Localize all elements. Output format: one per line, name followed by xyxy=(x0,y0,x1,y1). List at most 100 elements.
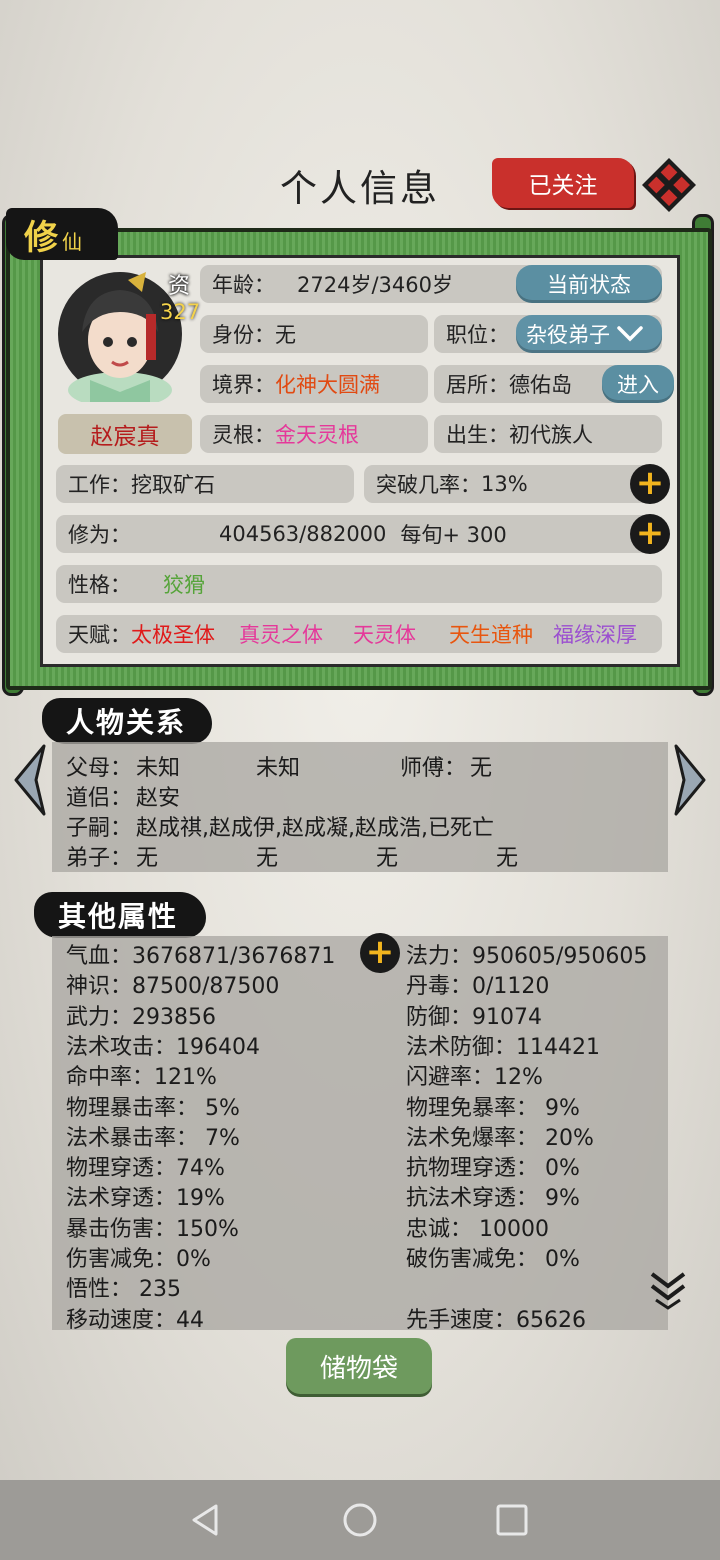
realm-value: 化神大圆满 xyxy=(275,373,380,397)
plus-icon: + xyxy=(635,462,665,503)
position-value: 杂役弟子 xyxy=(526,323,610,347)
attribute-left-item: 暴击伤害：150% xyxy=(66,1216,239,1242)
age-value: 2724岁/3460岁 xyxy=(297,273,453,297)
back-icon[interactable] xyxy=(188,1502,224,1538)
attribute-left-item: 悟性： 235 xyxy=(66,1277,181,1303)
attribute-right-item: 物理免暴率： 9% xyxy=(406,1095,580,1121)
prev-button[interactable] xyxy=(10,740,50,820)
attribute-right-item: 抗法术穿透： 9% xyxy=(406,1186,580,1212)
talent-item: 天生道种 xyxy=(449,623,533,647)
attribute-left-item: 物理穿透：74% xyxy=(66,1156,225,1182)
realm-row: 境界： 化神大圆满 xyxy=(200,365,428,403)
talent-row: 天赋： 太极圣体 真灵之体 天灵体 天生道种 福缘深厚 xyxy=(56,615,662,653)
chevron-down-icon xyxy=(617,326,643,342)
personality-value: 狡猾 xyxy=(163,573,205,597)
plus-icon: + xyxy=(635,512,665,553)
relations-header: 人物关系 xyxy=(42,698,212,744)
birth-value: 初代族人 xyxy=(509,423,593,447)
work-row: 工作： 挖取矿石 xyxy=(56,465,354,503)
attribute-right-item: 破伤害减免： 0% xyxy=(406,1247,580,1272)
attribute-right-item: 抗物理穿透： 0% xyxy=(406,1156,580,1182)
spirit-root-label: 灵根： xyxy=(212,423,275,447)
residence-label: 居所： xyxy=(446,373,509,397)
cultivation-value: 404563/882000 xyxy=(219,522,387,546)
disciple-2[interactable]: 无 xyxy=(256,840,278,872)
attribute-right-item: 先手速度：65626 xyxy=(406,1307,586,1333)
disciples-label: 弟子： xyxy=(66,846,133,871)
attribute-left-item: 物理暴击率： 5% xyxy=(66,1095,240,1121)
system-nav-bar xyxy=(0,1480,720,1560)
attribute-left-item: 法术攻击：196404 xyxy=(66,1034,260,1060)
attribute-left-item: 法术穿透：19% xyxy=(66,1186,225,1212)
residence-value: 德佑岛 xyxy=(509,373,572,397)
attribute-right-item: 法术防御：114421 xyxy=(406,1034,600,1060)
attribute-left-item: 法术暴击率： 7% xyxy=(66,1125,240,1151)
close-icon xyxy=(642,158,696,212)
parent-2[interactable]: 未知 xyxy=(256,750,300,782)
children-value[interactable]: 赵成祺,赵成伊,赵成凝,赵成浩,已死亡 xyxy=(136,810,494,842)
attribute-right-item: 闪避率：12% xyxy=(406,1065,543,1091)
cultivation-row: 修为： 404563/882000 每旬+ 300 xyxy=(56,515,662,553)
spirit-root-row: 灵根： 金天灵根 xyxy=(200,415,428,453)
birth-label: 出生： xyxy=(446,423,509,447)
master-label: 师傅： xyxy=(400,756,467,781)
character-name: 赵宸真 xyxy=(58,414,192,454)
personality-row: 性格： 狡猾 xyxy=(56,565,662,603)
talent-item: 天灵体 xyxy=(353,623,416,647)
cultivator-badge: 修 仙 xyxy=(6,208,118,260)
work-label: 工作： xyxy=(68,473,131,497)
next-button[interactable] xyxy=(670,740,710,820)
talent-item: 福缘深厚 xyxy=(553,623,637,647)
identity-row: 身份： 无 xyxy=(200,315,428,353)
enter-button[interactable]: 进入 xyxy=(602,365,674,403)
attributes-header: 其他属性 xyxy=(34,892,206,938)
work-value: 挖取矿石 xyxy=(131,473,215,497)
close-button[interactable] xyxy=(640,156,698,214)
attribute-right-item: 防御：91074 xyxy=(406,1004,542,1030)
double-chevron-down-icon xyxy=(650,1272,686,1310)
follow-button[interactable]: 已关注 xyxy=(492,158,634,208)
position-select[interactable]: 杂役弟子 xyxy=(516,315,662,353)
hp-plus-button[interactable]: + xyxy=(360,933,400,973)
cultivation-label: 修为： xyxy=(68,523,131,547)
plus-icon: + xyxy=(365,931,395,972)
attribute-right-item: 法术免爆率： 20% xyxy=(406,1125,594,1151)
talent-item: 太极圣体 xyxy=(131,623,215,647)
breakthrough-plus-button[interactable]: + xyxy=(630,464,670,504)
attribute-right-item: 丹毒：0/1120 xyxy=(406,974,550,1000)
birth-row: 出生： 初代族人 xyxy=(434,415,662,453)
parent-1[interactable]: 未知 xyxy=(136,750,180,782)
breakthrough-label: 突破几率： xyxy=(376,473,481,497)
personality-label: 性格： xyxy=(68,573,131,597)
current-status-button[interactable]: 当前状态 xyxy=(516,265,662,303)
attribute-left-item: 神识：87500/87500 xyxy=(66,974,280,1000)
storage-bag-button[interactable]: 储物袋 xyxy=(286,1338,432,1394)
cultivation-rate: 每旬+ 300 xyxy=(400,523,507,547)
identity-label: 身份： xyxy=(212,323,275,347)
master-value[interactable]: 无 xyxy=(470,750,492,782)
cultivation-plus-button[interactable]: + xyxy=(630,514,670,554)
aptitude-badge: 资 327 xyxy=(160,274,201,324)
attribute-left-item: 命中率：121% xyxy=(66,1065,217,1091)
home-icon[interactable] xyxy=(342,1502,378,1538)
disciple-3[interactable]: 无 xyxy=(376,840,398,872)
attribute-left-item: 气血：3676871/3676871 xyxy=(66,944,336,969)
disciple-1[interactable]: 无 xyxy=(136,840,158,872)
talent-item: 真灵之体 xyxy=(239,623,323,647)
realm-label: 境界： xyxy=(212,373,275,397)
position-label: 职位： xyxy=(446,323,509,347)
children-label: 子嗣： xyxy=(66,816,133,841)
expand-more-button[interactable] xyxy=(648,1268,688,1312)
arrow-left-icon xyxy=(14,744,46,816)
attribute-right-item: 忠诚： 10000 xyxy=(406,1216,549,1242)
attribute-left-item: 武力：293856 xyxy=(66,1004,216,1030)
disciple-4[interactable]: 无 xyxy=(496,840,518,872)
spirit-root-value: 金天灵根 xyxy=(275,423,359,447)
attribute-left-item: 移动速度：44 xyxy=(66,1307,204,1333)
recents-icon[interactable] xyxy=(494,1502,530,1538)
attribute-left-item: 伤害减免：0% xyxy=(66,1247,211,1272)
arrow-right-icon xyxy=(674,744,706,816)
partner-value[interactable]: 赵安 xyxy=(136,780,180,812)
age-label: 年龄： xyxy=(212,273,275,297)
identity-value: 无 xyxy=(275,323,296,347)
